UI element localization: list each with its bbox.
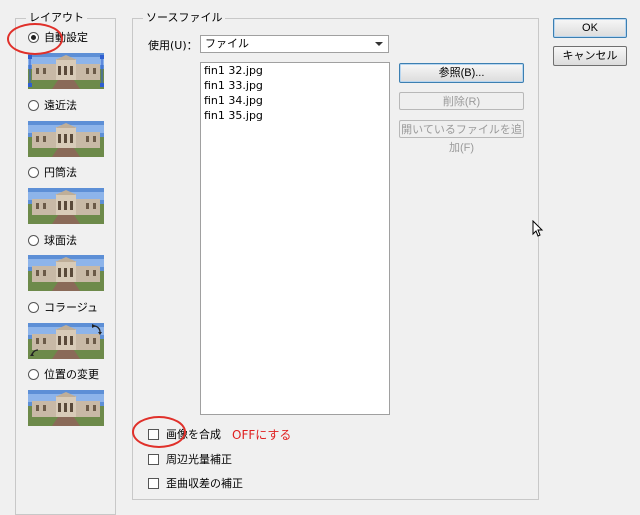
add-open-files-button[interactable]: 開いているファイルを追加(F) <box>399 120 524 154</box>
list-item[interactable]: fin1 35.jpg <box>201 108 389 123</box>
use-label: 使用(U)： <box>148 39 198 52</box>
layout-option-label: 球面法 <box>44 234 77 247</box>
preview-collage <box>28 323 104 359</box>
remove-button[interactable]: 削除(R) <box>399 92 524 110</box>
radio-collage[interactable] <box>28 301 39 313</box>
layout-option-label: コラージュ <box>44 301 99 314</box>
radio-reposition[interactable] <box>28 368 39 380</box>
list-item[interactable]: fin1 33.jpg <box>201 78 389 93</box>
list-item[interactable]: fin1 32.jpg <box>201 63 389 78</box>
layout-option-spherical[interactable]: 球面法 <box>28 232 77 248</box>
highlight-circle-auto <box>7 23 63 55</box>
distortion-correction-option[interactable]: 歪曲収差の補正 <box>148 475 243 491</box>
layout-option-cylindrical[interactable]: 円筒法 <box>28 164 77 180</box>
preview-perspective <box>28 121 104 157</box>
layout-option-reposition[interactable]: 位置の変更 <box>28 366 99 382</box>
use-dropdown[interactable]: ファイル <box>200 35 389 53</box>
chevron-down-icon <box>375 42 383 46</box>
vignette-removal-checkbox[interactable] <box>148 453 159 465</box>
preview-reposition <box>28 390 104 426</box>
distortion-correction-label: 歪曲収差の補正 <box>166 477 243 490</box>
layout-option-label: 遠近法 <box>44 99 77 112</box>
preview-spherical <box>28 255 104 291</box>
source-file-list[interactable]: fin1 32.jpg fin1 33.jpg fin1 34.jpg fin1… <box>200 62 390 415</box>
preview-auto <box>28 53 104 89</box>
radio-cylindrical[interactable] <box>28 166 39 178</box>
mouse-pointer-icon <box>532 220 544 237</box>
browse-button[interactable]: 参照(B)... <box>399 63 524 83</box>
highlight-circle-blend <box>132 416 186 448</box>
radio-perspective[interactable] <box>28 99 39 111</box>
vignette-removal-label: 周辺光量補正 <box>166 453 232 466</box>
preview-cylindrical <box>28 188 104 224</box>
layout-option-label: 位置の変更 <box>44 368 99 381</box>
list-item[interactable]: fin1 34.jpg <box>201 93 389 108</box>
radio-spherical[interactable] <box>28 234 39 246</box>
source-files-title: ソースファイル <box>143 11 226 25</box>
use-dropdown-value: ファイル <box>205 37 249 50</box>
annotation-off: OFFにする <box>232 428 292 442</box>
layout-option-label: 円筒法 <box>44 166 77 179</box>
vignette-removal-option[interactable]: 周辺光量補正 <box>148 451 232 467</box>
cancel-button[interactable]: キャンセル <box>553 46 627 66</box>
ok-button[interactable]: OK <box>553 18 627 38</box>
distortion-correction-checkbox[interactable] <box>148 477 159 489</box>
layout-option-perspective[interactable]: 遠近法 <box>28 97 77 113</box>
layout-option-collage[interactable]: コラージュ <box>28 299 98 315</box>
